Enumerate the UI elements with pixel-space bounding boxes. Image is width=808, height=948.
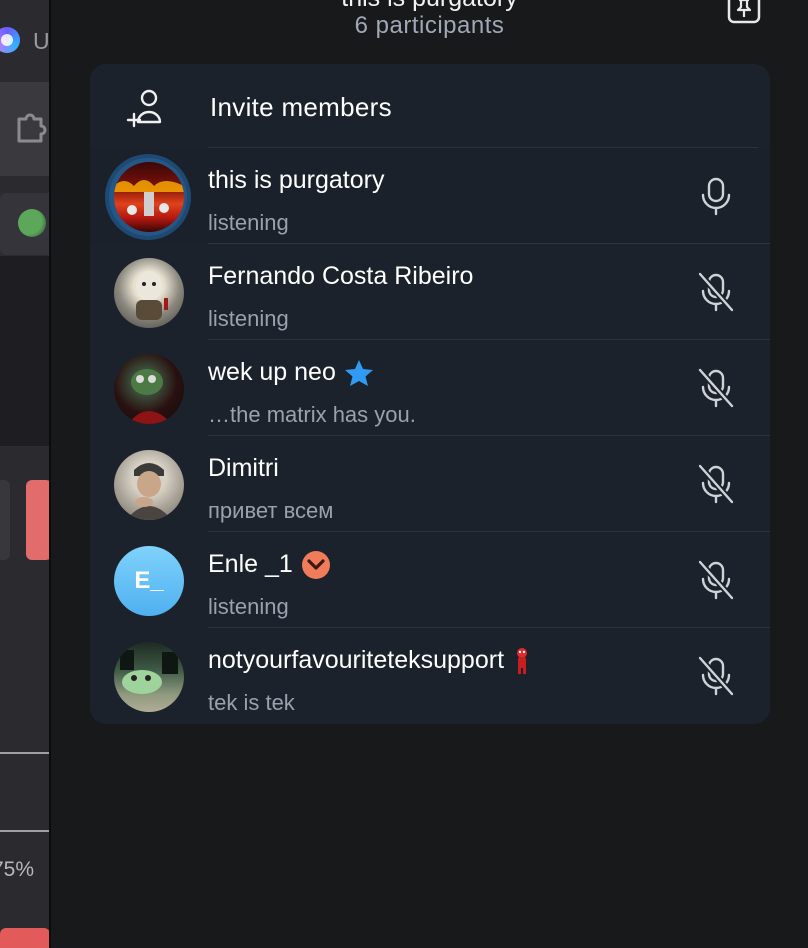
participant-name: Fernando Costa Ribeiro [208, 262, 474, 290]
participant-name: notyourfavouriteteksupport [208, 646, 532, 675]
pepe-avatar [114, 354, 184, 424]
participant-status: привет всем [208, 498, 334, 523]
participant-row[interactable]: wek up neo …the matrix has you. [90, 340, 770, 436]
participant-name: this is purgatory [208, 166, 385, 194]
voice-chat-panel: this is purgatory 6 participants Invite … [51, 0, 808, 948]
muted-microphone-icon[interactable] [694, 558, 738, 602]
invite-members-button[interactable]: Invite members [90, 64, 770, 148]
background-red-card [26, 480, 50, 560]
microphone-icon[interactable] [694, 174, 738, 218]
participant-status: listening [208, 306, 289, 331]
frog-meme-avatar [114, 642, 184, 712]
background-content [0, 256, 50, 446]
muted-microphone-icon[interactable] [694, 270, 738, 314]
star-icon [344, 360, 373, 387]
egg-character-avatar [114, 258, 184, 328]
separator-line [0, 752, 50, 754]
participant-name-text: wek up neo [208, 358, 336, 386]
invite-members-label: Invite members [210, 92, 392, 122]
participant-status: listening [208, 594, 289, 619]
participant-status: tek is tek [208, 690, 295, 715]
pepe-avatar-small [18, 209, 46, 237]
participant-name: Dimitri [208, 454, 279, 482]
chevron-badge-icon [301, 551, 330, 580]
background-app-title: U [33, 28, 50, 54]
hell-fire-avatar [114, 162, 184, 232]
participant-name-text: Enle _1 [208, 550, 293, 578]
background-red-button[interactable] [0, 928, 50, 948]
participant-status: listening [208, 210, 289, 235]
avatar-initials: E_ [134, 567, 164, 594]
participant-name: wek up neo [208, 358, 374, 387]
pin-icon[interactable] [727, 0, 761, 24]
participant-row[interactable]: Fernando Costa Ribeiro listening [90, 244, 770, 340]
muted-microphone-icon[interactable] [694, 462, 738, 506]
person-photo-avatar [114, 450, 184, 520]
participant-row[interactable]: notyourfavouriteteksupport tek is tek [90, 628, 770, 724]
initials-avatar: E_ [114, 546, 184, 616]
muted-microphone-icon[interactable] [694, 366, 738, 410]
participant-row[interactable]: E_ Enle _1 listening [90, 532, 770, 628]
participant-row[interactable]: Dimitri привет всем [90, 436, 770, 532]
separator-line [0, 830, 50, 832]
add-user-icon [126, 89, 162, 128]
participant-name-text: notyourfavouriteteksupport [208, 646, 505, 674]
muted-microphone-icon[interactable] [694, 654, 738, 698]
participants-card: Invite members this is purgatory listeni… [90, 64, 770, 724]
red-figure-icon [517, 648, 528, 675]
participant-name: Enle _1 [208, 550, 331, 580]
background-app-sidebar: U 75% [0, 0, 50, 948]
app-logo-icon[interactable] [0, 27, 20, 53]
background-card [0, 480, 10, 560]
participant-row[interactable]: this is purgatory listening [90, 148, 770, 244]
participant-status: …the matrix has you. [208, 402, 416, 427]
participants-count: 6 participants [354, 12, 505, 39]
zoom-level: 75% [0, 858, 35, 881]
puzzle-extension-icon[interactable] [14, 109, 48, 143]
